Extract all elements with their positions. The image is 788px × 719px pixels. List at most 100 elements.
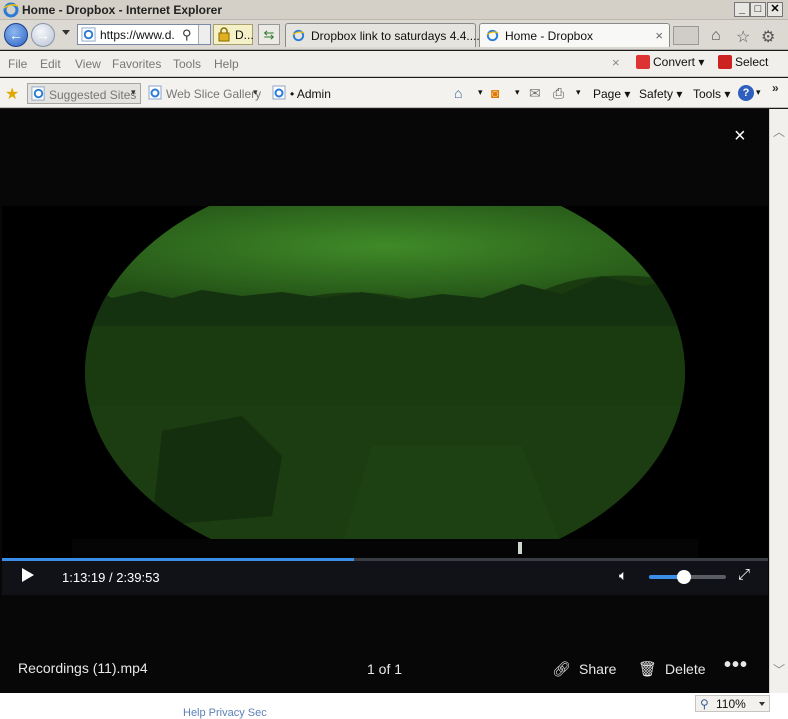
suggested-sites-label: Suggested Sites [49, 88, 137, 102]
web-slice-gallery-link[interactable]: Web Slice Gallery [166, 87, 261, 101]
chevron-more-icon[interactable]: » [772, 81, 779, 95]
night-vision-frame [2, 206, 768, 559]
delete-button[interactable]: 🗑︎ Delete [638, 660, 706, 678]
menu-help[interactable]: Help [214, 57, 239, 71]
pdf-convert-icon [636, 55, 650, 69]
suggested-sites-button[interactable]: Suggested Sites [27, 83, 141, 104]
volume-handle[interactable] [676, 570, 691, 584]
refresh-icon[interactable]: ⇆ [258, 24, 280, 45]
minimize-button[interactable]: _ [734, 2, 750, 17]
ie-logo-icon [3, 2, 19, 18]
tools-menu-label: Tools [693, 87, 722, 101]
dropbox-file-preview: × 1:13:19 / 2:39:53 🔈︎ ⤢ Recordings (11)… [0, 109, 769, 693]
security-text: D... [235, 28, 254, 42]
time-display: 1:13:19 / 2:39:53 [62, 570, 160, 585]
safety-menu-label: Safety [639, 87, 674, 101]
ie-page-icon [292, 29, 305, 42]
chevron-down-icon[interactable]: ▾ [253, 87, 258, 98]
select-button[interactable]: Select [718, 55, 768, 69]
convert-button[interactable]: Convert ▾ [636, 55, 704, 69]
close-window-button[interactable]: ✕ [767, 2, 783, 17]
file-name: Recordings (11).mp4 [18, 660, 148, 676]
convert-label: Convert [653, 55, 696, 69]
chevron-down-icon[interactable]: ▾ [756, 87, 761, 98]
zoom-control[interactable]: ⚲ 110% [695, 695, 770, 712]
scroll-up-icon[interactable]: ︿ [773, 123, 785, 140]
fullscreen-icon[interactable]: ⤢ [738, 566, 750, 583]
safety-menu[interactable]: Safety ▾ [639, 87, 682, 101]
pdf-select-icon [718, 55, 732, 69]
more-icon[interactable]: ••• [724, 654, 748, 677]
favorites-star-icon[interactable]: ☆ [736, 27, 750, 47]
chevron-down-icon[interactable]: ▾ [131, 87, 136, 98]
new-tab-button[interactable] [673, 26, 699, 45]
close-toolbar-icon[interactable]: × [612, 55, 620, 70]
address-dropdown-icon[interactable] [198, 25, 210, 44]
lock-icon [218, 27, 230, 42]
zoom-icon: ⚲ [700, 697, 709, 711]
close-preview-icon[interactable]: × [734, 125, 746, 148]
share-button[interactable]: 🔗︎ Share [552, 660, 616, 678]
volume-icon[interactable]: 🔈︎ [619, 567, 627, 584]
video-controls: 1:13:19 / 2:39:53 🔈︎ ⤢ [2, 558, 768, 595]
back-button[interactable]: ← [4, 23, 28, 47]
vertical-scrollbar[interactable]: ︿ ﹀ [769, 109, 788, 693]
history-dropdown-icon[interactable] [62, 30, 70, 35]
status-bar: Help Privacy Sec ⚲ 110% [0, 693, 788, 719]
zoom-level: 110% [716, 697, 746, 711]
menu-favorites[interactable]: Favorites [112, 57, 161, 71]
ie-page-icon [148, 85, 162, 100]
ie-page-icon [272, 85, 286, 100]
rss-icon[interactable]: ◙ [491, 85, 499, 101]
forward-button[interactable]: → [31, 23, 55, 47]
volume-slider[interactable] [649, 570, 726, 584]
tab-dropbox-link[interactable]: Dropbox link to saturdays 4.4.... [285, 23, 480, 47]
help-icon[interactable]: ? [738, 85, 754, 101]
page-menu-label: Page [593, 87, 622, 101]
progress-fill [2, 558, 354, 561]
tools-menu[interactable]: Tools ▾ [693, 87, 730, 101]
chevron-down-icon[interactable]: ▾ [515, 87, 520, 98]
mail-icon[interactable]: ✉ [529, 85, 541, 102]
admin-link[interactable]: • Admin [290, 87, 331, 101]
window-title: Home - Dropbox - Internet Explorer [22, 3, 223, 17]
home-icon[interactable]: ⌂ [454, 85, 462, 101]
home-icon[interactable]: ⌂ [711, 27, 721, 45]
print-icon[interactable]: ⎙ [553, 85, 564, 102]
gear-icon[interactable]: ⚙ [761, 27, 775, 47]
ie-page-icon [486, 29, 499, 42]
chevron-down-icon[interactable] [759, 702, 765, 706]
menu-tools[interactable]: Tools [173, 57, 201, 71]
menu-file[interactable]: File [8, 57, 27, 71]
chevron-down-icon[interactable]: ▾ [576, 87, 581, 98]
navigation-bar: ← → https://www.d. ⚲ D... ⇆ Dropbox link… [0, 20, 788, 50]
title-bar: Home - Dropbox - Internet Explorer _ □ ✕ [0, 0, 788, 20]
share-icon: 🔗︎ [552, 661, 572, 678]
chevron-down-icon[interactable]: ▾ [478, 87, 483, 98]
tab-close-icon[interactable]: × [655, 28, 663, 43]
progress-bar[interactable] [2, 558, 768, 561]
menu-edit[interactable]: Edit [40, 57, 61, 71]
menu-view[interactable]: View [75, 57, 101, 71]
favorites-star-icon[interactable]: ★ [5, 84, 19, 104]
page-menu[interactable]: Page ▾ [593, 87, 630, 101]
trash-icon: 🗑︎ [638, 661, 658, 678]
address-url[interactable]: https://www.d. [100, 28, 175, 42]
ie-page-icon [81, 27, 96, 42]
select-label: Select [735, 55, 769, 69]
tab-home-dropbox[interactable]: Home - Dropbox × [479, 23, 670, 47]
video-player[interactable] [2, 206, 768, 559]
page-footer-links[interactable]: Help Privacy Sec [183, 707, 267, 719]
play-icon[interactable] [22, 568, 34, 582]
search-icon[interactable]: ⚲ [182, 27, 192, 43]
scroll-down-icon[interactable]: ﹀ [773, 661, 785, 678]
address-bar[interactable]: https://www.d. ⚲ [77, 24, 211, 45]
security-report[interactable]: D... [213, 24, 254, 45]
maximize-button[interactable]: □ [750, 2, 766, 17]
share-label: Share [579, 661, 617, 677]
menu-bar: File Edit View Favorites Tools Help × Co… [0, 51, 788, 77]
page-indicator: 1 of 1 [367, 661, 403, 677]
delete-label: Delete [665, 661, 706, 677]
favorites-bar: ★ Suggested Sites ▾ Web Slice Gallery ▾ … [0, 78, 788, 108]
ie-page-icon [31, 86, 45, 101]
